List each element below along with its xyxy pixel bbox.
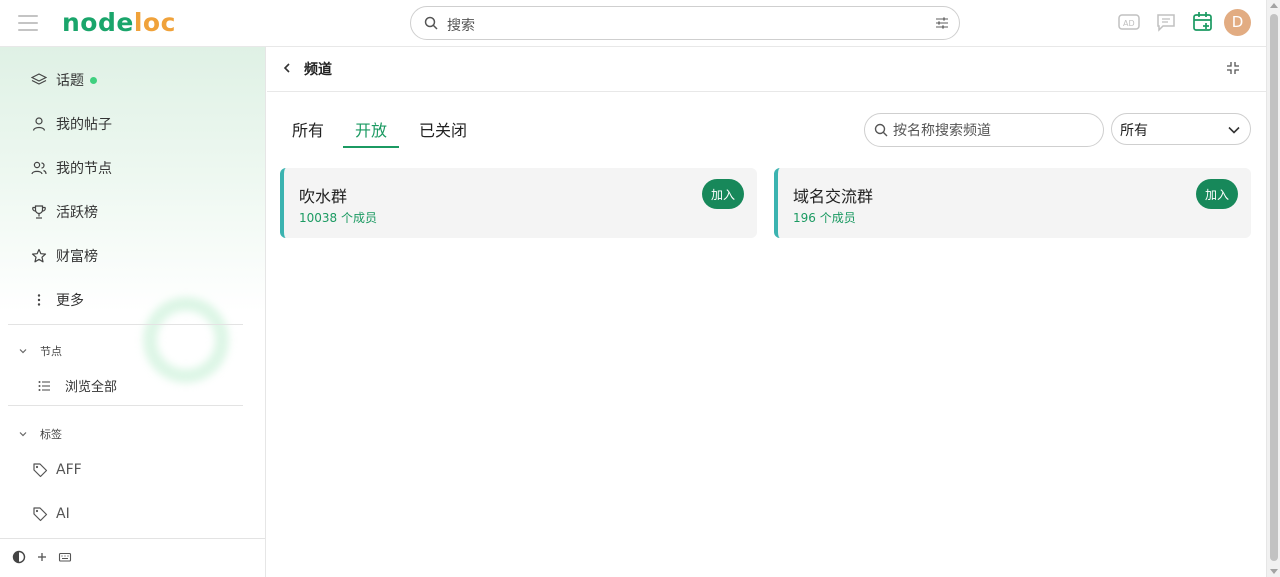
search-icon — [424, 16, 438, 30]
sidebar-item-label: 浏览全部 — [65, 380, 118, 395]
sidebar-item-browse-all[interactable]: 浏览全部 — [38, 376, 117, 395]
chevron-down-icon — [19, 349, 27, 354]
svg-text:AD: AD — [1123, 19, 1135, 28]
user-avatar[interactable]: D — [1224, 9, 1251, 36]
status-filter-select[interactable]: 所有 — [1111, 113, 1251, 145]
sidebar-item-label: 财富榜 — [56, 249, 98, 265]
channel-name: 吹水群 — [299, 187, 348, 206]
tag-label: AFF — [56, 462, 82, 478]
sidebar-footer — [0, 538, 265, 577]
channel-name: 域名交流群 — [793, 187, 874, 206]
users-icon — [30, 159, 48, 177]
user-icon — [30, 115, 48, 133]
tab-open[interactable]: 开放 — [343, 117, 400, 148]
top-header: nodeloc 搜索 AD D — [0, 0, 1266, 47]
layers-icon — [30, 71, 48, 89]
join-button[interactable]: 加入 — [1196, 179, 1238, 209]
calendar-add-icon[interactable] — [1192, 11, 1213, 32]
sidebar-divider — [8, 405, 243, 406]
sidebar-item-my-posts[interactable]: 我的帖子 — [30, 113, 112, 135]
tag-label: AI — [56, 506, 70, 522]
plus-icon[interactable] — [36, 550, 48, 564]
channel-card[interactable]: 域名交流群 196 个成员 加入 — [774, 168, 1251, 238]
channel-search — [864, 113, 1104, 147]
scroll-down-arrow-icon[interactable] — [1270, 569, 1278, 574]
decorative-blob — [143, 297, 229, 383]
sidebar-item-label: 我的帖子 — [56, 117, 112, 133]
trophy-icon — [30, 203, 48, 221]
search-icon — [874, 123, 888, 137]
list-icon — [38, 380, 50, 391]
app-root: nodeloc 搜索 AD D 话题 我的帖子 我的节点 活跃榜 财富榜 更多 … — [0, 0, 1280, 577]
sidebar-item-label: 我的节点 — [56, 161, 112, 177]
sidebar-item-topics[interactable]: 话题 — [30, 69, 97, 91]
scroll-up-arrow-icon[interactable] — [1270, 3, 1278, 8]
scrollbar-thumb[interactable] — [1270, 14, 1278, 561]
sidebar-item-wealth-rank[interactable]: 财富榜 — [30, 245, 98, 267]
tags-section-header[interactable]: 标签 — [18, 426, 62, 442]
sidebar: 话题 我的帖子 我的节点 活跃榜 财富榜 更多 节点 浏览全部 标签 AFF A… — [0, 47, 266, 577]
back-arrow-icon[interactable] — [282, 61, 292, 75]
vertical-scrollbar[interactable] — [1266, 0, 1280, 577]
sidebar-tag-aff[interactable]: AFF — [32, 462, 82, 478]
ad-icon[interactable]: AD — [1118, 12, 1140, 32]
sidebar-item-activity-rank[interactable]: 活跃榜 — [30, 201, 98, 223]
chevron-down-icon — [1228, 126, 1240, 134]
channel-search-input[interactable] — [893, 121, 1093, 141]
global-search[interactable]: 搜索 — [410, 6, 960, 40]
tab-all[interactable]: 所有 — [280, 117, 336, 148]
site-logo[interactable]: nodeloc — [62, 8, 176, 37]
section-title: 节点 — [40, 345, 62, 358]
more-vertical-icon — [30, 291, 48, 309]
join-button[interactable]: 加入 — [702, 179, 744, 209]
unread-dot — [90, 76, 97, 84]
sidebar-item-label: 话题 — [56, 73, 84, 89]
chevron-down-icon — [19, 432, 27, 437]
star-icon — [30, 247, 48, 265]
menu-toggle-icon[interactable] — [18, 15, 38, 31]
search-placeholder: 搜索 — [447, 18, 475, 34]
logo-text-node: node — [62, 8, 134, 37]
tag-icon — [33, 463, 48, 478]
tab-closed[interactable]: 已关闭 — [407, 117, 479, 148]
theme-toggle-icon[interactable] — [12, 550, 26, 564]
page-title: 频道 — [304, 62, 332, 78]
member-count: 196 个成员 — [793, 211, 856, 225]
member-count: 10038 个成员 — [299, 211, 377, 225]
filter-sliders-icon[interactable] — [935, 16, 949, 30]
sidebar-item-label: 活跃榜 — [56, 205, 98, 221]
tag-icon — [33, 507, 48, 522]
logo-text-loc: loc — [133, 8, 176, 37]
sidebar-divider — [8, 324, 243, 325]
chat-icon[interactable] — [1156, 12, 1176, 32]
nodes-section-header[interactable]: 节点 — [18, 343, 62, 359]
main-content: 频道 所有 开放 已关闭 所有 吹水群 10038 个成员 加入 域名交流群 1… — [267, 47, 1266, 577]
section-title: 标签 — [40, 428, 62, 441]
sidebar-tag-ai[interactable]: AI — [32, 506, 70, 522]
keyboard-icon[interactable] — [58, 550, 72, 564]
sidebar-item-label: 更多 — [56, 293, 84, 309]
collapse-icon[interactable] — [1226, 61, 1240, 75]
channel-card[interactable]: 吹水群 10038 个成员 加入 — [280, 168, 757, 238]
sidebar-item-more[interactable]: 更多 — [30, 289, 84, 311]
page-topbar: 频道 — [267, 47, 1266, 92]
select-value: 所有 — [1120, 123, 1148, 139]
sidebar-item-my-nodes[interactable]: 我的节点 — [30, 157, 112, 179]
